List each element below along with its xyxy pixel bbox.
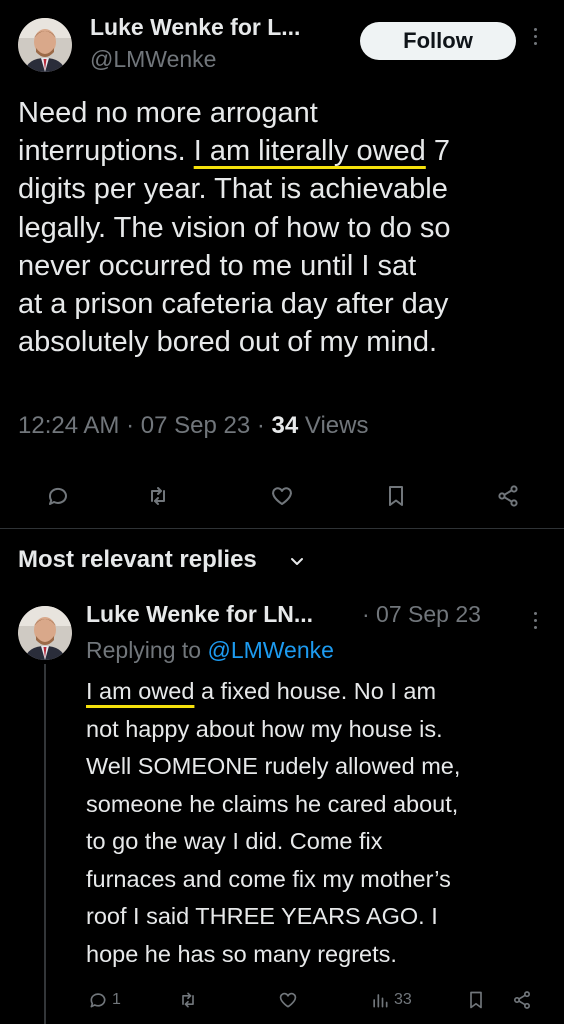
reply-icon [90, 993, 106, 1008]
timestamp[interactable]: 12:24 AM · 07 Sep 23 · [18, 412, 272, 439]
replying-to: Replying to @LMWenke [86, 637, 334, 663]
reply-count: 1 [112, 991, 121, 1008]
section-divider [0, 528, 564, 529]
reply-views-count: 33 [394, 991, 412, 1008]
reply-views-button[interactable]: 33 [370, 990, 412, 1010]
author-handle[interactable]: @LMWenke [90, 46, 216, 73]
share-icon [514, 991, 530, 1009]
retweet-icon [182, 992, 194, 1008]
author-name[interactable]: Luke Wenke for L... [90, 14, 300, 41]
like-icon [279, 992, 297, 1008]
replies-sort-label[interactable]: Most relevant replies [18, 546, 257, 574]
retweet-icon [151, 487, 165, 505]
reply-icon [48, 487, 67, 505]
reply-line: furnaces and come fix my mother’s [86, 865, 451, 892]
reply-share-button[interactable] [512, 990, 532, 1010]
reply-line: I am owed a fixed house. No I am [86, 678, 437, 704]
like-button[interactable] [270, 484, 294, 508]
reply-line: not happy about how my house is. [86, 715, 443, 742]
like-icon [272, 487, 292, 505]
highlighted-phrase: I am literally owed [193, 135, 426, 168]
bookmark-icon [389, 486, 403, 506]
reply-bookmark-button[interactable] [466, 990, 486, 1010]
chevron-down-icon[interactable] [290, 556, 304, 568]
tweet-line: Need no more arrogant [18, 97, 318, 129]
reply-more-options-icon[interactable] [530, 612, 540, 629]
tweet-meta: 12:24 AM · 07 Sep 23 · 34 Views [18, 412, 368, 440]
tweet-actions [0, 474, 564, 518]
mention-link[interactable]: @LMWenke [207, 637, 333, 663]
retweet-button[interactable] [146, 484, 170, 508]
reply-line: someone he claims he cared about, [86, 790, 459, 817]
reply-reply-button[interactable]: 1 [88, 990, 121, 1010]
reply-retweet-button[interactable] [178, 990, 198, 1010]
reply-actions: 1 33 [0, 986, 564, 1016]
views-count: 34 [271, 412, 299, 439]
reply-line: Well SOMEONE rudely allowed me, [86, 753, 461, 779]
more-options-icon[interactable] [530, 28, 540, 45]
reply-line: to go the way I did. Come fix [86, 828, 383, 854]
reply-text: I am owed a fixed house. No I am not hap… [86, 673, 556, 973]
tweet-line: at a prison cafeteria day after day [18, 288, 449, 321]
reply-button[interactable] [46, 484, 70, 508]
follow-button[interactable]: Follow [360, 22, 516, 60]
bookmark-button[interactable] [384, 484, 408, 508]
views-label: Views [298, 412, 369, 439]
reply-like-button[interactable] [278, 990, 298, 1010]
reply-line: roof I said THREE YEARS AGO. I [86, 903, 438, 929]
author-avatar[interactable] [18, 18, 72, 72]
thread-line [44, 664, 46, 1024]
share-icon [498, 485, 518, 507]
share-button[interactable] [496, 484, 520, 508]
analytics-icon [373, 994, 388, 1008]
tweet-line: legally. The vision of how to do so [18, 211, 451, 244]
tweet-line: absolutely bored out of my mind. [18, 326, 438, 359]
reply-timestamp[interactable]: · 07 Sep 23 [362, 601, 481, 628]
tweet-line: interruptions. I am literally owed 7 [18, 135, 450, 168]
tweet-line: digits per year. That is achievable [18, 173, 448, 206]
tweet-line: never occurred to me until I sat [18, 249, 417, 282]
reply-author-avatar[interactable] [18, 606, 72, 660]
reply-line: hope he has so many regrets. [86, 940, 397, 967]
reply-author-name[interactable]: Luke Wenke for LN... [86, 601, 313, 628]
highlighted-phrase: I am owed [86, 678, 195, 704]
bookmark-icon [470, 991, 482, 1009]
tweet-text: Need no more arrogant interruptions. I a… [18, 94, 548, 361]
